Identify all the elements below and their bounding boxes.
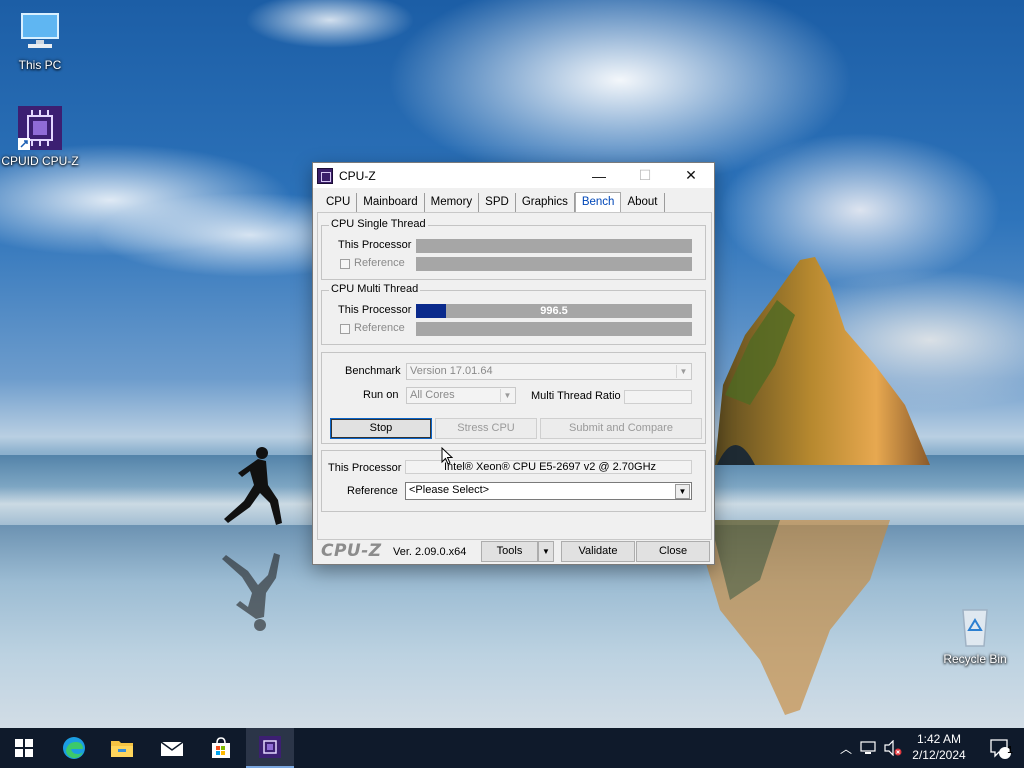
info-reference-label: Reference	[347, 485, 398, 497]
single-thread-group: CPU Single Thread This Processor Referen…	[321, 218, 706, 280]
window-title: CPU-Z	[339, 168, 376, 183]
run-on-select[interactable]: All Cores ▼	[406, 387, 516, 404]
tab-bench[interactable]: Bench	[574, 192, 622, 213]
minimize-button[interactable]: —	[576, 163, 622, 188]
multi-thread-title: CPU Multi Thread	[329, 283, 421, 295]
reference-select-value: <Please Select>	[409, 484, 490, 496]
multi-this-processor-bar: 996.5	[416, 304, 692, 318]
tab-graphics[interactable]: Graphics	[515, 193, 575, 212]
multi-this-processor-label: This Processor	[338, 304, 412, 316]
desktop-icon-recycle-bin[interactable]: Recycle Bin	[935, 602, 1015, 666]
tab-mainboard[interactable]: Mainboard	[357, 193, 425, 212]
recycle-bin-icon	[951, 602, 999, 650]
cpuz-taskbar-icon	[259, 736, 281, 758]
multi-reference-checkbox[interactable]	[340, 324, 350, 334]
title-bar[interactable]: CPU-Z — ☐ ✕	[313, 163, 714, 188]
chevron-down-icon: ▼	[675, 484, 690, 499]
start-button[interactable]	[0, 728, 48, 768]
maximize-button[interactable]: ☐	[622, 163, 668, 188]
desktop-icon-this-pc[interactable]: This PC	[0, 8, 80, 72]
tools-button[interactable]: Tools	[481, 541, 538, 562]
single-this-processor-bar	[416, 239, 692, 253]
single-reference-label: Reference	[354, 257, 405, 269]
taskbar-file-explorer[interactable]	[98, 728, 146, 768]
notification-count: 1	[1007, 745, 1013, 756]
single-this-processor-label: This Processor	[338, 239, 412, 251]
close-window-button[interactable]: ✕	[668, 163, 714, 188]
cpuz-window: CPU-Z — ☐ ✕ CPU Mainboard Memory SPD Gra…	[312, 162, 715, 565]
multi-thread-group: CPU Multi Thread This Processor 996.5 Re…	[321, 283, 706, 345]
tools-dropdown-button[interactable]: ▼	[538, 541, 554, 562]
clock-date: 2/12/2024	[912, 748, 966, 762]
multi-reference-label: Reference	[354, 322, 405, 334]
tab-cpu[interactable]: CPU	[320, 193, 358, 212]
mouse-cursor-icon	[441, 447, 453, 465]
benchmark-options-group: Benchmark Version 17.01.64 ▼ Run on All …	[321, 352, 706, 444]
multi-score: 996.5	[540, 305, 568, 317]
benchmark-label: Benchmark	[345, 365, 401, 377]
runner-silhouette	[224, 447, 282, 525]
cpuz-logo-text: CPU-Z	[321, 541, 382, 561]
taskbar: ︿ 1:42 AM 2/12/2024 1	[0, 728, 1024, 768]
submit-and-compare-button[interactable]: Submit and Compare	[540, 418, 702, 439]
system-tray: ︿	[838, 728, 902, 768]
chevron-down-icon: ▼	[542, 547, 550, 556]
stress-cpu-button[interactable]: Stress CPU	[435, 418, 537, 439]
rock-reflection	[700, 520, 890, 715]
edge-icon	[63, 737, 85, 759]
taskbar-cpuz[interactable]	[246, 728, 294, 768]
multi-thread-ratio-field	[624, 390, 692, 404]
run-on-value: All Cores	[410, 389, 455, 401]
single-thread-title: CPU Single Thread	[329, 218, 428, 230]
store-icon	[212, 737, 230, 758]
single-reference-bar	[416, 257, 692, 271]
taskbar-edge[interactable]	[50, 728, 98, 768]
clock[interactable]: 1:42 AM 2/12/2024	[900, 731, 978, 763]
start-icon	[15, 739, 33, 757]
close-button[interactable]: Close	[636, 541, 710, 562]
validate-button[interactable]: Validate	[561, 541, 635, 562]
multi-thread-ratio-label: Multi Thread Ratio	[531, 390, 621, 402]
chevron-down-icon: ▼	[500, 389, 514, 402]
rock-formation	[715, 257, 930, 465]
monitor-icon	[16, 8, 64, 56]
clock-time: 1:42 AM	[916, 732, 962, 746]
chevron-up-icon[interactable]: ︿	[838, 740, 854, 757]
chevron-down-icon: ▼	[676, 365, 690, 378]
run-on-label: Run on	[363, 389, 399, 401]
taskbar-store[interactable]	[197, 728, 245, 768]
desktop-icon-cpuid-cpuz[interactable]: CPUID CPU-Z	[0, 104, 80, 168]
cpuz-window-icon	[317, 167, 333, 184]
tab-spd[interactable]: SPD	[479, 193, 516, 212]
desktop-icon-label: This PC	[18, 58, 62, 72]
info-this-processor-label: This Processor	[328, 462, 402, 474]
stop-button[interactable]: Stop	[330, 418, 432, 439]
single-reference-checkbox[interactable]	[340, 259, 350, 269]
desktop-icon-label: CPUID CPU-Z	[1, 154, 79, 168]
version-label: Ver. 2.09.0.x64	[393, 546, 467, 558]
mail-icon	[160, 741, 184, 756]
taskbar-mail[interactable]	[148, 728, 196, 768]
reference-select[interactable]: <Please Select> ▼	[405, 482, 692, 500]
cpuz-app-icon	[16, 104, 64, 152]
benchmark-version-select[interactable]: Version 17.01.64 ▼	[406, 363, 692, 380]
runner-reflection	[222, 553, 280, 631]
bench-panel: CPU Single Thread This Processor Referen…	[317, 212, 712, 540]
notification-center-button[interactable]: 1	[976, 728, 1024, 768]
file-explorer-icon	[111, 741, 133, 757]
multi-reference-bar	[416, 322, 692, 336]
desktop-icon-label: Recycle Bin	[943, 652, 1007, 666]
tab-memory[interactable]: Memory	[424, 193, 480, 212]
window-footer: CPU-Z Ver. 2.09.0.x64 Tools ▼ Validate C…	[313, 539, 712, 563]
network-icon[interactable]	[860, 741, 878, 755]
tab-about[interactable]: About	[621, 193, 665, 212]
tab-strip: CPU Mainboard Memory SPD Graphics Bench …	[320, 192, 665, 213]
benchmark-version-value: Version 17.01.64	[410, 365, 493, 377]
processor-info-group: This Processor Intel® Xeon® CPU E5-2697 …	[321, 450, 706, 512]
